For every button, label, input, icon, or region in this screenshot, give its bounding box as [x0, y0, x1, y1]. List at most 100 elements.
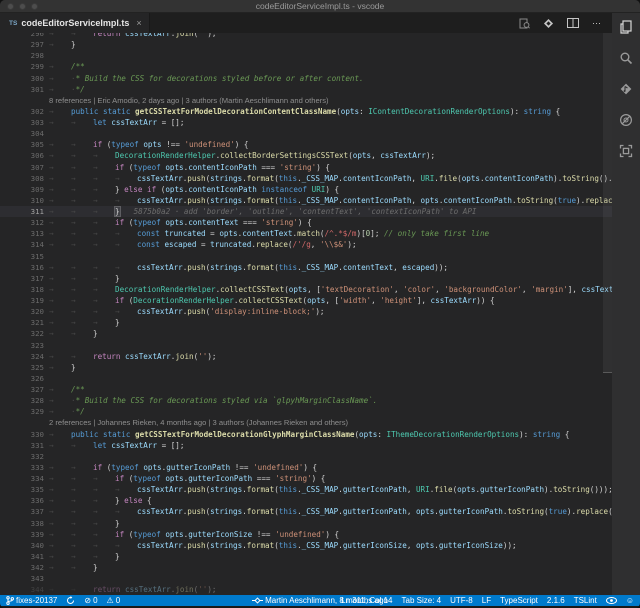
eol-indicator[interactable]: LF: [482, 596, 491, 605]
code-row[interactable]: 312→→→if (typeof opts.contentText === 's…: [0, 217, 612, 228]
line-number[interactable]: 343: [0, 573, 44, 584]
line-number[interactable]: 300: [0, 73, 44, 84]
code-row[interactable]: 333→→if (typeof opts.gutterIconPath !== …: [0, 462, 612, 473]
line-number[interactable]: 336: [0, 495, 44, 506]
extensions-icon[interactable]: [619, 144, 633, 158]
code-row[interactable]: 308→→→→cssTextArr.push(strings.format(th…: [0, 173, 612, 184]
source-control-gitlens-icon[interactable]: [619, 82, 633, 96]
line-number[interactable]: 318: [0, 284, 44, 295]
code-row[interactable]: 314→→→→const escaped = truncated.replace…: [0, 239, 612, 250]
line-number[interactable]: 329: [0, 406, 44, 417]
line-number[interactable]: 298: [0, 50, 44, 61]
line-number[interactable]: 341: [0, 551, 44, 562]
line-number[interactable]: 306: [0, 150, 44, 161]
search-icon[interactable]: [619, 51, 633, 65]
line-number[interactable]: 339: [0, 529, 44, 540]
code-row[interactable]: 342→→}: [0, 562, 612, 573]
feedback-smiley-icon[interactable]: ☺: [626, 597, 634, 605]
code-row[interactable]: 340→→→→cssTextArr.push(strings.format(th…: [0, 540, 612, 551]
code-row[interactable]: 325→}: [0, 362, 612, 373]
code-row[interactable]: 319→→→if (DecorationRenderHelper.collect…: [0, 295, 612, 306]
code-row[interactable]: 326: [0, 373, 612, 384]
code-row[interactable]: 341→→→}: [0, 551, 612, 562]
tslint-indicator[interactable]: TSLint: [574, 596, 597, 605]
line-number[interactable]: 322: [0, 328, 44, 339]
line-number[interactable]: 344: [0, 584, 44, 595]
line-number[interactable]: 331: [0, 440, 44, 451]
line-col-indicator[interactable]: Ln 311, Col 14: [341, 596, 392, 605]
line-number[interactable]: 317: [0, 273, 44, 284]
errors-item[interactable]: ⊘ 0: [84, 596, 97, 605]
line-number[interactable]: 313: [0, 228, 44, 239]
line-number[interactable]: 311: [0, 206, 44, 217]
code-row[interactable]: 297→}: [0, 39, 612, 50]
language-indicator[interactable]: TypeScript: [500, 596, 538, 605]
maximize-window-button[interactable]: [31, 3, 38, 10]
codelens-row[interactable]: 2 references | Johannes Rieken, 4 months…: [0, 417, 612, 428]
tab-size-indicator[interactable]: Tab Size: 4: [402, 596, 442, 605]
explorer-icon[interactable]: [619, 20, 633, 34]
code-row[interactable]: 331→→let cssTextArr = [];: [0, 440, 612, 451]
line-number[interactable]: 301: [0, 84, 44, 95]
code-row[interactable]: 323: [0, 340, 612, 351]
line-number[interactable]: 342: [0, 562, 44, 573]
code-row[interactable]: 330→public static getCSSTextForModelDeco…: [0, 429, 612, 440]
line-number[interactable]: 303: [0, 117, 44, 128]
code-row[interactable]: 302→public static getCSSTextForModelDeco…: [0, 106, 612, 117]
line-number[interactable]: 302: [0, 106, 44, 117]
line-number[interactable]: 320: [0, 306, 44, 317]
code-row[interactable]: 310→→→→cssTextArr.push(strings.format(th…: [0, 195, 612, 206]
tab-codeEditorServiceImpl[interactable]: TS codeEditorServiceImpl.ts ×: [0, 13, 150, 33]
editor-pane[interactable]: 296→→return cssTextArr.join('');297→}298…: [0, 33, 612, 595]
line-number[interactable]: 297: [0, 39, 44, 50]
sync-item[interactable]: [66, 596, 75, 605]
line-number[interactable]: 307: [0, 162, 44, 173]
code-row[interactable]: 301→·*/: [0, 84, 612, 95]
minimize-window-button[interactable]: [19, 3, 26, 10]
line-number[interactable]: 305: [0, 139, 44, 150]
close-tab-icon[interactable]: ×: [136, 18, 141, 28]
codelens-row[interactable]: 8 references | Eric Amodio, 2 days ago |…: [0, 95, 612, 106]
line-number[interactable]: 334: [0, 473, 44, 484]
code-row[interactable]: 336→→→} else {: [0, 495, 612, 506]
code-row[interactable]: 298: [0, 50, 612, 61]
code-row[interactable]: 343: [0, 573, 612, 584]
code-row[interactable]: 339→→→if (typeof opts.gutterIconSize !==…: [0, 529, 612, 540]
code-row[interactable]: 307→→→if (typeof opts.contentIconPath ==…: [0, 162, 612, 173]
code-row[interactable]: 329→·*/: [0, 406, 612, 417]
code-row[interactable]: 318→→→DecorationRenderHelper.collectCSST…: [0, 284, 612, 295]
line-number[interactable]: 332: [0, 451, 44, 462]
line-number[interactable]: [0, 417, 44, 428]
line-number[interactable]: 321: [0, 317, 44, 328]
line-number[interactable]: 338: [0, 518, 44, 529]
warnings-item[interactable]: ⚠ 0: [107, 596, 121, 605]
line-number[interactable]: 309: [0, 184, 44, 195]
gitlens-icon[interactable]: [543, 18, 554, 29]
code-row[interactable]: 316→→→→cssTextArr.push(strings.format(th…: [0, 262, 612, 273]
split-editor-icon[interactable]: [567, 18, 579, 28]
line-number[interactable]: 323: [0, 340, 44, 351]
code-row[interactable]: 305→→if (typeof opts !== 'undefined') {: [0, 139, 612, 150]
line-number[interactable]: 315: [0, 251, 44, 262]
line-number[interactable]: 337: [0, 506, 44, 517]
line-number[interactable]: 328: [0, 395, 44, 406]
code-row[interactable]: 321→→→}: [0, 317, 612, 328]
code-row[interactable]: 309→→→} else if (opts.contentIconPath in…: [0, 184, 612, 195]
line-number[interactable]: 325: [0, 362, 44, 373]
line-number[interactable]: 335: [0, 484, 44, 495]
code-row[interactable]: 306→→→DecorationRenderHelper.collectBord…: [0, 150, 612, 161]
line-number[interactable]: 310: [0, 195, 44, 206]
code-row[interactable]: 303→→let cssTextArr = [];: [0, 117, 612, 128]
vertical-scrollbar[interactable]: [603, 33, 612, 373]
code-row[interactable]: 317→→→}: [0, 273, 612, 284]
line-number[interactable]: 316: [0, 262, 44, 273]
code-row[interactable]: 322→→}: [0, 328, 612, 339]
line-number[interactable]: 327: [0, 384, 44, 395]
code-row[interactable]: 332: [0, 451, 612, 462]
code-row[interactable]: 335→→→→cssTextArr.push(strings.format(th…: [0, 484, 612, 495]
line-number[interactable]: 326: [0, 373, 44, 384]
line-number[interactable]: 319: [0, 295, 44, 306]
code-row[interactable]: 313→→→→const truncated = opts.contentTex…: [0, 228, 612, 239]
line-number[interactable]: 312: [0, 217, 44, 228]
debug-icon[interactable]: [619, 113, 633, 127]
